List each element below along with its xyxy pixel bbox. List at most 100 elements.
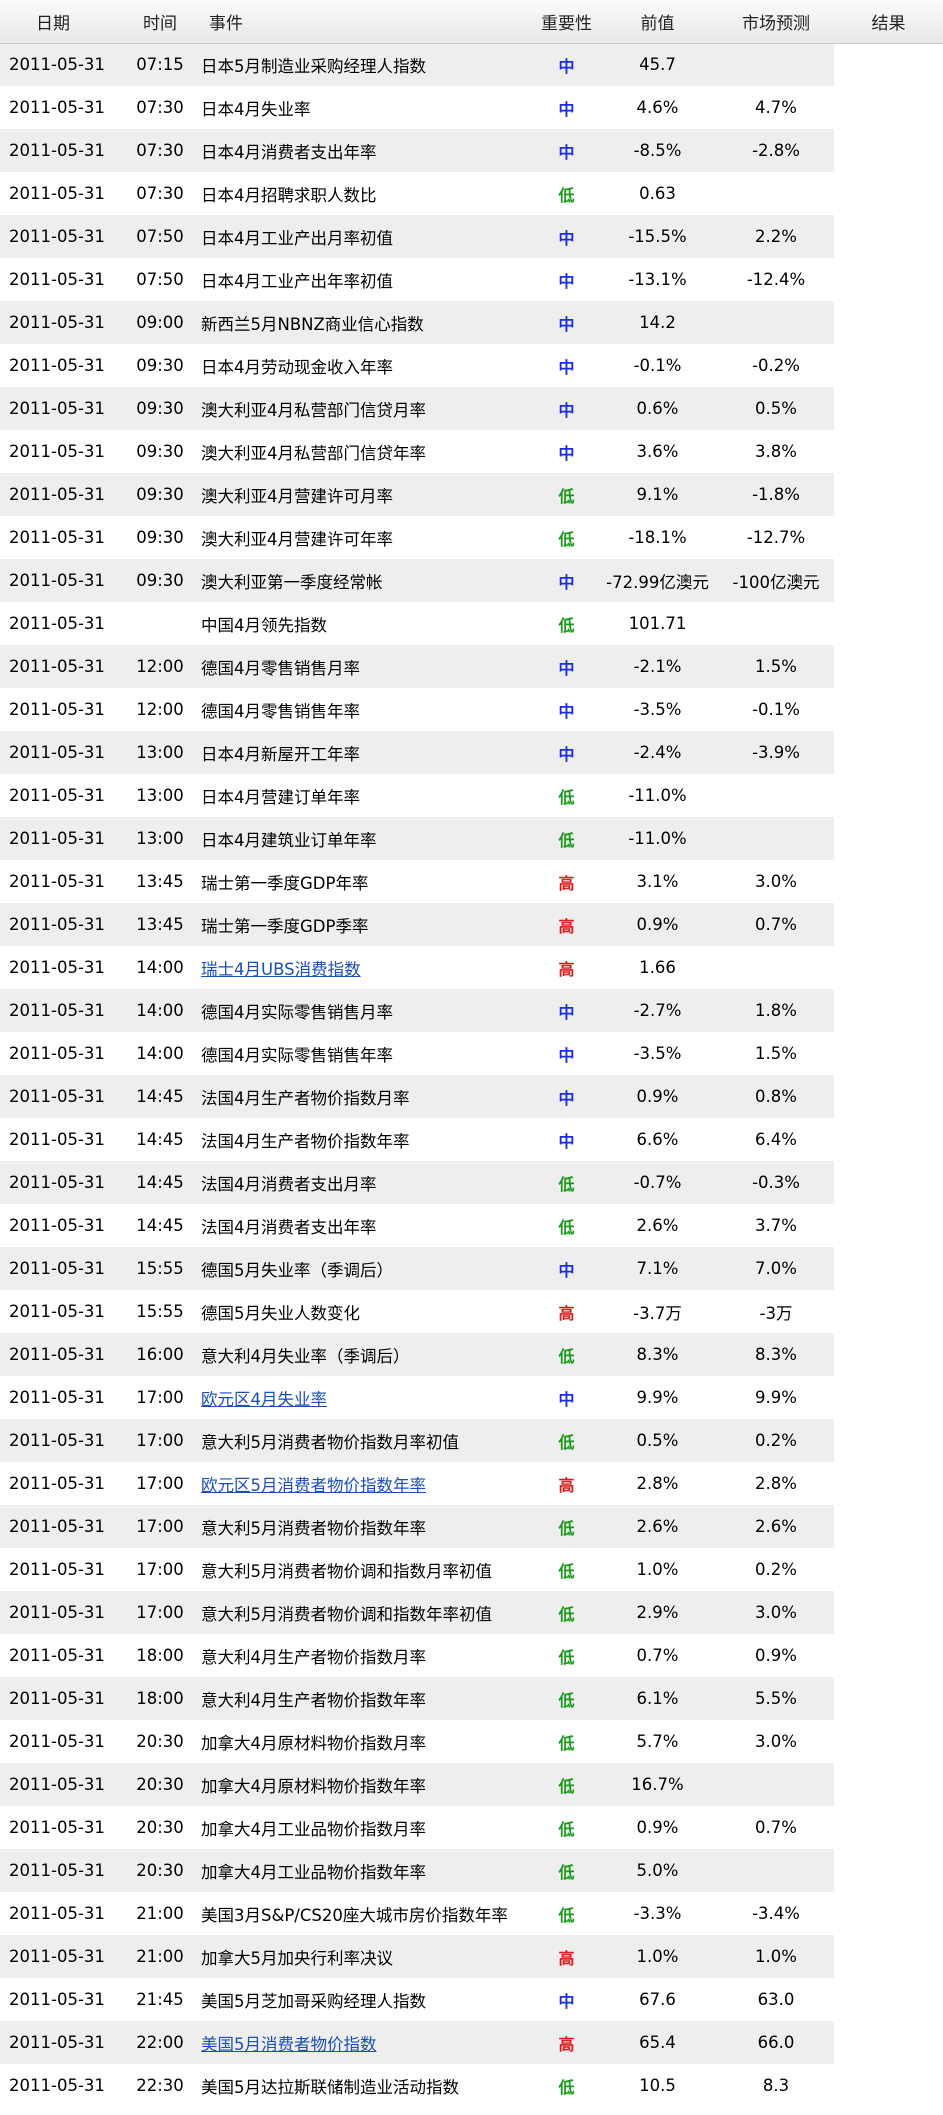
event-cell: 澳大利亚4月私营部门信贷月率: [195, 387, 536, 430]
table-row: 2011-05-31 07:50 日本4月工业产出年率初值 中 -13.1% -12.4%: [0, 258, 943, 301]
importance-cell: 低: [536, 1505, 597, 1548]
result-cell: [834, 1032, 943, 1075]
previous-value-cell: 0.7%: [597, 1634, 718, 1677]
event-link[interactable]: 欧元区4月失业率: [201, 1390, 327, 1409]
forecast-cell: [718, 172, 834, 215]
date-cell: 2011-05-31: [0, 602, 125, 645]
event-cell: 日本4月工业产出月率初值: [195, 215, 536, 258]
table-row: 2011-05-31 17:00 欧元区5月消费者物价指数年率 高 2.8% 2.8%: [0, 1462, 943, 1505]
forecast-cell: 0.5%: [718, 387, 834, 430]
importance-badge: 低: [558, 830, 575, 850]
event-link[interactable]: 瑞士4月UBS消费指数: [201, 960, 361, 979]
header-date[interactable]: 日期: [0, 0, 125, 44]
date-cell: 2011-05-31: [0, 1161, 125, 1204]
table-row: 2011-05-31 09:30 日本4月劳动现金收入年率 中 -0.1% -0.2%: [0, 344, 943, 387]
date-cell: 2011-05-31: [0, 1935, 125, 1978]
importance-badge: 中: [558, 142, 575, 162]
importance-cell: 中: [536, 1376, 597, 1419]
event-cell: 加拿大4月原材料物价指数年率: [195, 1763, 536, 1806]
importance-badge: 低: [558, 1776, 575, 1796]
importance-cell: 中: [536, 688, 597, 731]
importance-cell: 低: [536, 774, 597, 817]
time-cell: 20:30: [125, 1849, 195, 1892]
event-cell: 加拿大4月原材料物价指数月率: [195, 1720, 536, 1763]
event-cell: 澳大利亚4月营建许可年率: [195, 516, 536, 559]
date-cell: 2011-05-31: [0, 473, 125, 516]
time-cell: 14:45: [125, 1075, 195, 1118]
importance-cell: 低: [536, 1720, 597, 1763]
result-cell: [834, 430, 943, 473]
time-cell: 07:30: [125, 172, 195, 215]
importance-cell: 中: [536, 559, 597, 602]
importance-badge: 高: [558, 916, 575, 936]
forecast-cell: 1.5%: [718, 645, 834, 688]
date-cell: 2011-05-31: [0, 1634, 125, 1677]
event-cell: 法国4月消费者支出年率: [195, 1204, 536, 1247]
previous-value-cell: 3.1%: [597, 860, 718, 903]
result-cell: [834, 1118, 943, 1161]
forecast-cell: 8.3%: [718, 1333, 834, 1376]
previous-value-cell: 0.63: [597, 172, 718, 215]
date-cell: 2011-05-31: [0, 1333, 125, 1376]
header-importance[interactable]: 重要性: [536, 0, 597, 44]
importance-badge: 中: [558, 1131, 575, 1151]
forecast-cell: 8.3: [718, 2064, 834, 2107]
forecast-cell: 66.0: [718, 2021, 834, 2064]
previous-value-cell: 0.5%: [597, 1419, 718, 1462]
importance-badge: 低: [558, 787, 575, 807]
forecast-cell: -12.7%: [718, 516, 834, 559]
importance-badge: 中: [558, 99, 575, 119]
importance-badge: 高: [558, 2034, 575, 2054]
result-cell: [834, 1419, 943, 1462]
table-row: 2011-05-31 17:00 意大利5月消费者物价指数月率初值 低 0.5% 0.2%: [0, 1419, 943, 1462]
time-cell: 16:00: [125, 1333, 195, 1376]
result-cell: [834, 2021, 943, 2064]
previous-value-cell: -2.4%: [597, 731, 718, 774]
time-cell: 17:00: [125, 1548, 195, 1591]
header-forecast[interactable]: 市场预测: [718, 0, 834, 44]
header-event[interactable]: 事件: [195, 0, 536, 44]
importance-cell: 中: [536, 989, 597, 1032]
result-cell: [834, 1505, 943, 1548]
forecast-cell: 1.5%: [718, 1032, 834, 1075]
importance-badge: 低: [558, 615, 575, 635]
importance-badge: 低: [558, 1217, 575, 1237]
importance-badge: 中: [558, 701, 575, 721]
forecast-cell: 0.7%: [718, 1806, 834, 1849]
importance-cell: 中: [536, 731, 597, 774]
event-cell: 意大利5月消费者物价调和指数年率初值: [195, 1591, 536, 1634]
previous-value-cell: -72.99亿澳元: [597, 559, 718, 602]
forecast-cell: [718, 1763, 834, 1806]
table-row: 2011-05-31 07:30 日本4月招聘求职人数比 低 0.63: [0, 172, 943, 215]
forecast-cell: -12.4%: [718, 258, 834, 301]
table-row: 2011-05-31 07:50 日本4月工业产出月率初值 中 -15.5% 2.2%: [0, 215, 943, 258]
event-link[interactable]: 欧元区5月消费者物价指数年率: [201, 1476, 426, 1495]
result-cell: [834, 731, 943, 774]
forecast-cell: -3万: [718, 1290, 834, 1333]
importance-cell: 高: [536, 2021, 597, 2064]
table-row: 2011-05-31 13:45 瑞士第一季度GDP季率 高 0.9% 0.7%: [0, 903, 943, 946]
importance-badge: 低: [558, 1432, 575, 1452]
result-cell: [834, 1763, 943, 1806]
importance-badge: 中: [558, 314, 575, 334]
importance-cell: 高: [536, 1462, 597, 1505]
event-cell: 瑞士第一季度GDP年率: [195, 860, 536, 903]
importance-cell: 中: [536, 301, 597, 344]
date-cell: 2011-05-31: [0, 688, 125, 731]
event-link[interactable]: 美国5月消费者物价指数: [201, 2035, 377, 2054]
importance-badge: 低: [558, 185, 575, 205]
time-cell: 20:30: [125, 1763, 195, 1806]
result-cell: [834, 258, 943, 301]
event-cell: 意大利5月消费者物价指数月率初值: [195, 1419, 536, 1462]
header-result[interactable]: 结果: [834, 0, 943, 44]
table-row: 2011-05-31 17:00 意大利5月消费者物价调和指数年率初值 低 2.9% 3.…: [0, 1591, 943, 1634]
previous-value-cell: 65.4: [597, 2021, 718, 2064]
event-cell: 澳大利亚第一季度经常帐: [195, 559, 536, 602]
importance-badge: 中: [558, 1045, 575, 1065]
header-time[interactable]: 时间: [125, 0, 195, 44]
previous-value-cell: 2.9%: [597, 1591, 718, 1634]
result-cell: [834, 215, 943, 258]
event-cell: 意大利4月失业率（季调后）: [195, 1333, 536, 1376]
event-cell: 日本4月新屋开工年率: [195, 731, 536, 774]
header-previous[interactable]: 前值: [597, 0, 718, 44]
